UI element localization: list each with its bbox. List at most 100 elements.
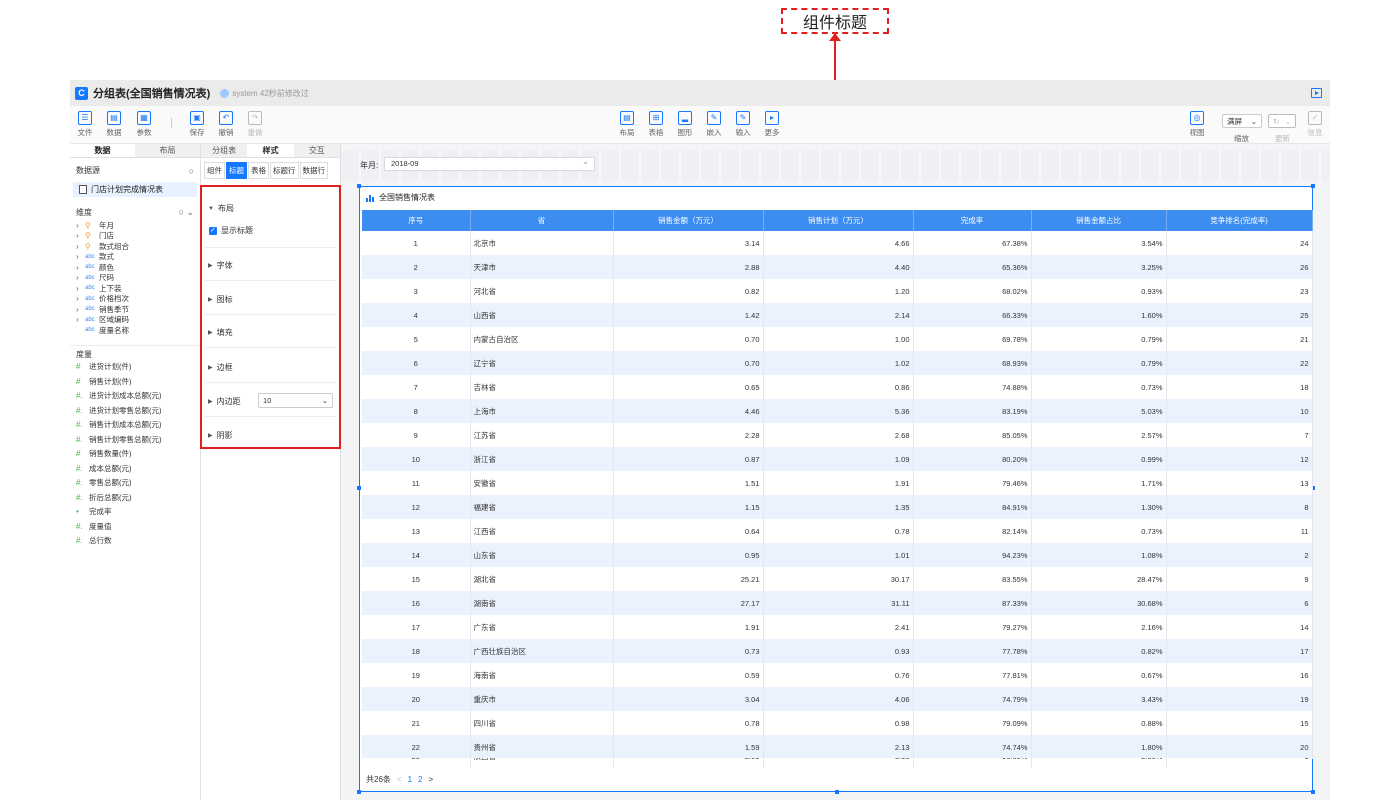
list-item[interactable]: #. 零售总额(元) bbox=[70, 476, 200, 491]
list-item[interactable]: › abc 尺码 bbox=[76, 273, 200, 284]
year-month-filter[interactable]: 2018-09 bbox=[384, 156, 595, 171]
list-item[interactable]: #. 进货计划成本总额(元) bbox=[70, 389, 200, 404]
list-item[interactable]: › abc 上下装 bbox=[76, 283, 200, 294]
column-header[interactable]: 销售计划（万元） bbox=[763, 210, 914, 231]
list-item[interactable]: #. 度量值 bbox=[70, 519, 200, 534]
table-row[interactable]: 11 安徽省 1.51 1.91 79.46% 1.71% 13 bbox=[362, 471, 1313, 495]
widget-title[interactable]: 全国销售情况表 bbox=[366, 192, 435, 203]
subtab-component[interactable]: 组件 bbox=[204, 162, 225, 179]
list-item[interactable]: › abc 款式 bbox=[76, 252, 200, 263]
table-row[interactable]: 14 山东省 0.95 1.01 94.23% 1.08% 2 bbox=[362, 543, 1313, 567]
zoom-select[interactable]: 满屏 ⌄ bbox=[1222, 114, 1262, 128]
list-item[interactable]: # 销售计划(件) bbox=[70, 374, 200, 389]
list-item[interactable]: › ⚲ 门店 bbox=[76, 231, 200, 242]
table-row[interactable]: 18 广西壮族自治区 0.73 0.93 77.78% 0.82% 17 bbox=[362, 639, 1313, 663]
table-row[interactable]: 5 内蒙古自治区 0.70 1.00 69.78% 0.79% 21 bbox=[362, 327, 1313, 351]
datasource-item[interactable]: 门店计划完成情况表 bbox=[73, 182, 197, 197]
column-header[interactable]: 序号 bbox=[362, 210, 471, 231]
tab-interaction[interactable]: 交互 bbox=[293, 144, 340, 157]
table-row[interactable]: 17 广东省 1.91 2.41 79.27% 2.16% 14 bbox=[362, 615, 1313, 639]
fill-group[interactable]: ▶ 填充 bbox=[208, 327, 233, 338]
tab-layout[interactable]: 布局 bbox=[135, 144, 200, 157]
table-row[interactable]: 7 吉林省 0.65 0.86 74.88% 0.73% 18 bbox=[362, 375, 1313, 399]
list-item[interactable]: #. 销售计划零售总额(元) bbox=[70, 432, 200, 447]
info-button[interactable]: ✓ 信息 bbox=[1302, 110, 1328, 140]
table-row[interactable]: 23 陕西省 2.09 3.15 96.63% 2.35% 1 bbox=[362, 758, 1312, 768]
border-group[interactable]: ▶ 边框 bbox=[208, 362, 233, 373]
list-item[interactable]: #. 成本总额(元) bbox=[70, 461, 200, 476]
list-item[interactable]: abc 度量名称 bbox=[76, 325, 200, 336]
column-header[interactable]: 销售金额（万元） bbox=[613, 210, 764, 231]
subtab-header-row[interactable]: 标题行 bbox=[270, 162, 299, 179]
redo-button[interactable]: ↷ 重做 bbox=[242, 110, 268, 140]
font-group[interactable]: ▶ 字体 bbox=[208, 260, 233, 271]
shadow-group[interactable]: ▶ 阴影 bbox=[208, 430, 233, 441]
list-item[interactable]: # 销售数量(件) bbox=[70, 447, 200, 462]
list-item[interactable]: › abc 颜色 bbox=[76, 262, 200, 273]
search-icon[interactable]: ○ bbox=[189, 166, 194, 176]
table-row[interactable]: 22 贵州省 1.59 2.13 74.74% 1.80% 20 bbox=[362, 735, 1313, 759]
preview-icon[interactable] bbox=[1311, 88, 1322, 98]
table-row[interactable]: 19 海南省 0.59 0.76 77.81% 0.67% 16 bbox=[362, 663, 1313, 687]
insert-chart-button[interactable]: ▂ 图形 bbox=[672, 110, 698, 140]
insert-layout-button[interactable]: ▤ 布局 bbox=[614, 110, 640, 140]
insert-more-button[interactable]: ▸ 更多 bbox=[759, 110, 785, 140]
list-item[interactable]: #. 销售计划成本总额(元) bbox=[70, 418, 200, 433]
resize-handle[interactable] bbox=[1311, 790, 1315, 794]
list-item[interactable]: › ⚲ 款式组合 bbox=[76, 241, 200, 252]
search-icon[interactable]: ○ ⌄ bbox=[179, 207, 194, 218]
prev-page-button[interactable]: < bbox=[397, 775, 402, 784]
table-row[interactable]: 8 上海市 4.46 5.36 83.19% 5.03% 10 bbox=[362, 399, 1313, 423]
table-row[interactable]: 1 北京市 3.14 4.66 67.38% 3.54% 24 bbox=[362, 231, 1313, 255]
table-row[interactable]: 20 重庆市 3.04 4.06 74.79% 3.43% 19 bbox=[362, 687, 1313, 711]
group-table-widget[interactable]: 全国销售情况表 序号 省 销售金额（万元） 销售计划（万元） 完成率 销售金额占… bbox=[357, 184, 1315, 794]
table-row[interactable]: 4 山西省 1.42 2.14 66.33% 1.60% 25 bbox=[362, 303, 1313, 327]
table-row[interactable]: 15 湖北省 25.21 30.17 83.55% 28.47% 9 bbox=[362, 567, 1313, 591]
resize-handle[interactable] bbox=[357, 184, 361, 188]
file-button[interactable]: ☰ 文件 bbox=[72, 110, 98, 140]
list-item[interactable]: › abc 区域编码 bbox=[76, 315, 200, 326]
list-item[interactable]: # 进货计划(件) bbox=[70, 360, 200, 375]
params-button[interactable]: ▦ 参数 bbox=[131, 110, 157, 140]
column-header[interactable]: 销售金额占比 bbox=[1031, 210, 1167, 231]
table-row[interactable]: 6 辽宁省 0.70 1.02 68.93% 0.79% 22 bbox=[362, 351, 1313, 375]
list-item[interactable]: › abc 销售季节 bbox=[76, 304, 200, 315]
data-button[interactable]: ▤ 数据 bbox=[101, 110, 127, 140]
table-row[interactable]: 21 四川省 0.78 0.98 79.09% 0.88% 15 bbox=[362, 711, 1313, 735]
table-row[interactable]: 16 湖南省 27.17 31.11 87.33% 30.68% 6 bbox=[362, 591, 1313, 615]
layout-group[interactable]: ▼ 布局 bbox=[208, 203, 234, 214]
tab-group-table[interactable]: 分组表 bbox=[201, 144, 248, 157]
next-page-button[interactable]: > bbox=[428, 775, 433, 784]
refresh-select[interactable]: ↻ ⌄ bbox=[1268, 114, 1296, 128]
resize-handle[interactable] bbox=[357, 486, 361, 490]
list-item[interactable]: #. 总行数 bbox=[70, 534, 200, 549]
column-header[interactable]: 完成率 bbox=[913, 210, 1032, 231]
table-row[interactable]: 2 天津市 2.88 4.40 65.36% 3.25% 26 bbox=[362, 255, 1313, 279]
padding-select[interactable]: 10 ⌄ bbox=[258, 393, 333, 408]
table-row[interactable]: 3 河北省 0.82 1.20 68.02% 0.93% 23 bbox=[362, 279, 1313, 303]
view-button[interactable]: ◎ 视图 bbox=[1184, 110, 1210, 140]
tab-data[interactable]: 数据 bbox=[70, 144, 135, 157]
insert-table-button[interactable]: ⊞ 表格 bbox=[643, 110, 669, 140]
page-1-button[interactable]: 1 bbox=[408, 775, 412, 784]
table-row[interactable]: 13 江西省 0.64 0.78 82.14% 0.73% 11 bbox=[362, 519, 1313, 543]
save-button[interactable]: ▣ 保存 bbox=[184, 110, 210, 140]
padding-group[interactable]: ▶ 内边距 bbox=[208, 396, 241, 407]
table-row[interactable]: 12 福建省 1.15 1.35 84.91% 1.30% 8 bbox=[362, 495, 1313, 519]
resize-handle[interactable] bbox=[835, 790, 839, 794]
insert-input-button[interactable]: ✎ 输入 bbox=[730, 110, 756, 140]
list-item[interactable]: #. 折后总额(元) bbox=[70, 490, 200, 505]
subtab-title[interactable]: 标题 bbox=[226, 162, 247, 179]
list-item[interactable]: #. 进货计划零售总额(元) bbox=[70, 403, 200, 418]
column-header[interactable]: 省 bbox=[470, 210, 614, 231]
table-row[interactable]: 10 浙江省 0.87 1.09 80.20% 0.99% 12 bbox=[362, 447, 1313, 471]
resize-handle[interactable] bbox=[1311, 184, 1315, 188]
icon-group[interactable]: ▶ 图标 bbox=[208, 294, 233, 305]
list-item[interactable]: › abc 价格档次 bbox=[76, 294, 200, 305]
list-item[interactable]: • 完成率 bbox=[70, 505, 200, 520]
table-row[interactable]: 9 江苏省 2.28 2.68 85.05% 2.57% 7 bbox=[362, 423, 1313, 447]
column-header[interactable]: 竞争排名(完成率) bbox=[1166, 210, 1313, 231]
subtab-data-row[interactable]: 数据行 bbox=[299, 162, 328, 179]
subtab-table[interactable]: 表格 bbox=[248, 162, 269, 179]
tab-style[interactable]: 样式 bbox=[247, 144, 294, 157]
